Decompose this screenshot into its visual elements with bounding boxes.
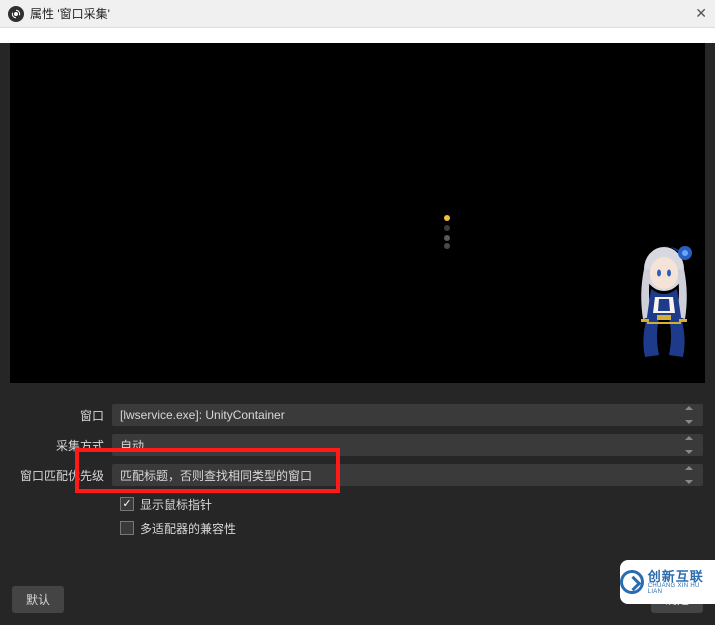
scene-dot xyxy=(444,235,450,241)
match-priority-value: 匹配标题，否则查找相同类型的窗口 xyxy=(120,467,312,484)
scene-dot xyxy=(444,225,450,231)
multi-adapter-label: 多适配器的兼容性 xyxy=(140,520,236,537)
multi-adapter-row: 多适配器的兼容性 xyxy=(120,517,703,539)
defaults-button[interactable]: 默认 xyxy=(12,586,64,613)
show-cursor-checkbox[interactable] xyxy=(120,497,134,511)
properties-form: 窗口 [lwservice.exe]: UnityContainer 采集方式 … xyxy=(0,383,715,539)
capture-method-value: 自动 xyxy=(120,437,144,454)
capture-method-dropdown[interactable]: 自动 xyxy=(112,434,703,456)
captured-window-scene xyxy=(10,105,705,351)
window-row: 窗口 [lwservice.exe]: UnityContainer xyxy=(12,403,703,427)
show-cursor-row: 显示鼠标指针 xyxy=(120,493,703,515)
window-label: 窗口 xyxy=(12,407,112,424)
show-cursor-label: 显示鼠标指针 xyxy=(140,496,212,513)
watermark-en: CHUANG XIN HU LIAN xyxy=(648,583,715,595)
bottom-bar: 默认 确定 xyxy=(12,586,703,613)
preview-area xyxy=(10,43,705,383)
titlebar: 属性 '窗口采集' ✕ xyxy=(0,0,715,28)
close-button[interactable]: ✕ xyxy=(677,5,707,22)
watermark-badge: 创新互联 CHUANG XIN HU LIAN xyxy=(620,560,715,604)
watermark-logo-icon xyxy=(620,570,644,594)
spinner-icon xyxy=(685,436,699,454)
character-avatar xyxy=(629,239,699,359)
match-priority-label: 窗口匹配优先级 xyxy=(12,467,112,484)
dialog-content: 窗口 [lwservice.exe]: UnityContainer 采集方式 … xyxy=(0,43,715,625)
spinner-icon xyxy=(685,466,699,484)
window-dropdown-value: [lwservice.exe]: UnityContainer xyxy=(120,408,285,422)
window-title: 属性 '窗口采集' xyxy=(30,5,677,22)
multi-adapter-checkbox[interactable] xyxy=(120,521,134,535)
capture-method-row: 采集方式 自动 xyxy=(12,433,703,457)
scene-dot xyxy=(444,215,450,221)
match-priority-dropdown[interactable]: 匹配标题，否则查找相同类型的窗口 xyxy=(112,464,703,486)
capture-method-label: 采集方式 xyxy=(12,437,112,454)
scene-dot xyxy=(444,243,450,249)
match-priority-row: 窗口匹配优先级 匹配标题，否则查找相同类型的窗口 xyxy=(12,463,703,487)
spinner-icon xyxy=(685,406,699,424)
watermark-cn: 创新互联 xyxy=(648,570,715,583)
window-dropdown[interactable]: [lwservice.exe]: UnityContainer xyxy=(112,404,703,426)
app-icon xyxy=(8,6,24,22)
